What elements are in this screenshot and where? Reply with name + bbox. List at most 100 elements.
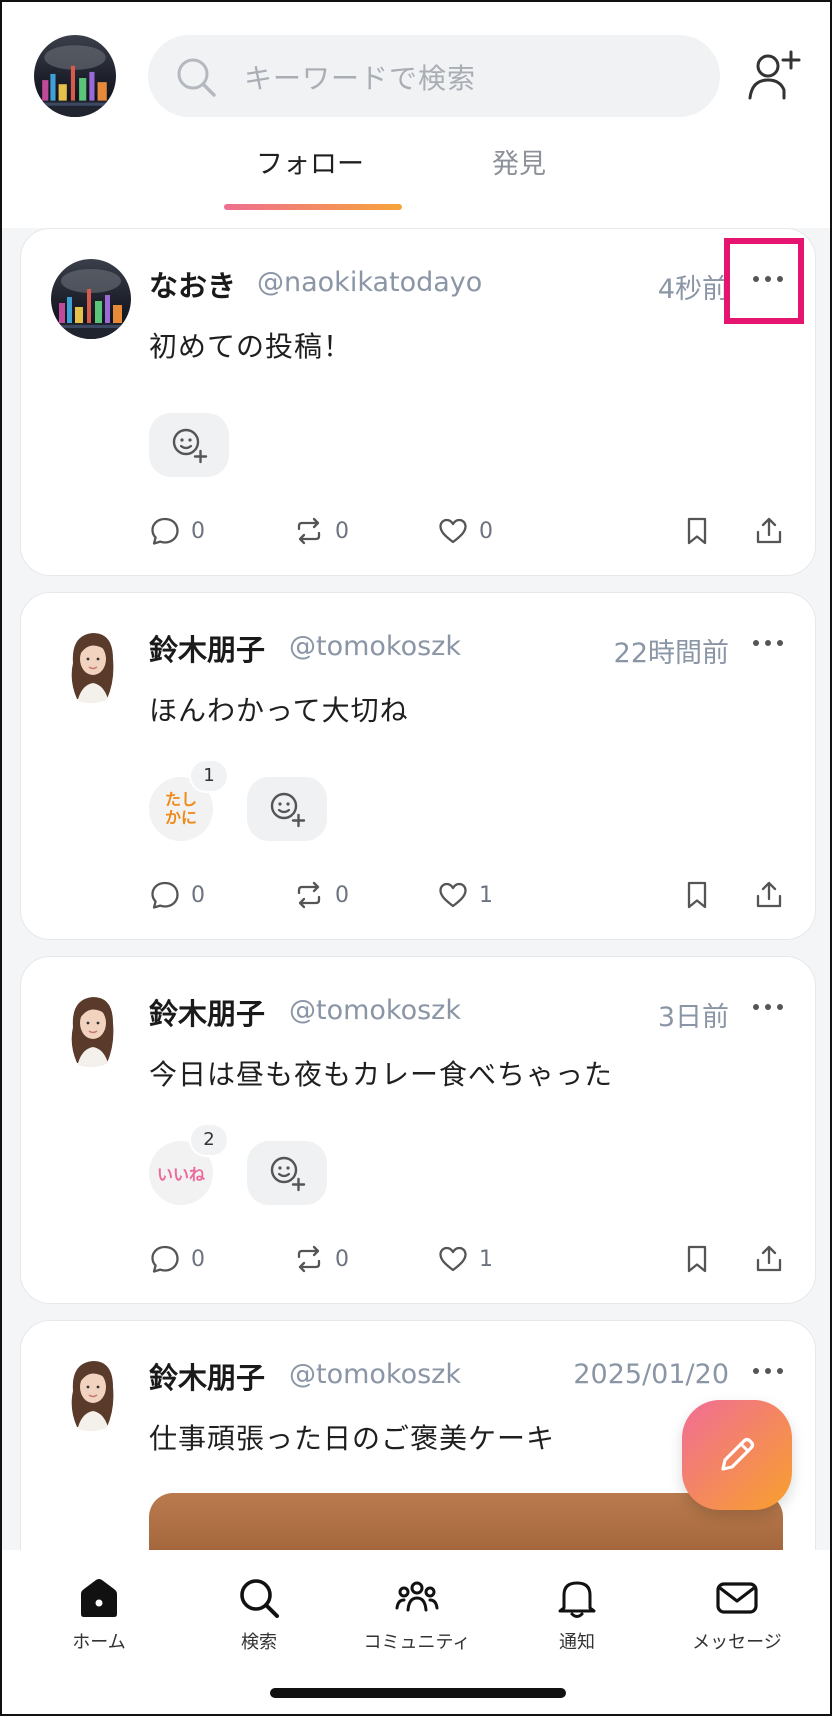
- comment-count: 0: [191, 1246, 205, 1272]
- like-count: 1: [479, 882, 493, 908]
- author-name[interactable]: 鈴木朋子: [149, 991, 265, 1033]
- share-icon[interactable]: [753, 1243, 785, 1275]
- nav-home-label: ホーム: [72, 1632, 126, 1653]
- post-card[interactable]: 鈴木朋子 @tomokoszk 22時間前 ほんわかって大切ね たし かに 1 …: [20, 592, 816, 940]
- app-screen: キーワードで検索 フォロー 発見 なおき @naokikatodayo 4秒前 …: [0, 0, 832, 1716]
- nav-community[interactable]: コミュニティ: [342, 1576, 492, 1654]
- heart-icon: [437, 879, 469, 911]
- avatar[interactable]: [51, 987, 131, 1067]
- post-content: 仕事頑張った日のご褒美ケーキ: [149, 1422, 556, 1455]
- repost-icon: [293, 515, 325, 547]
- nav-messages[interactable]: メッセージ: [662, 1576, 812, 1654]
- like-count: 1: [479, 1246, 493, 1272]
- share-icon[interactable]: [753, 515, 785, 547]
- stamp-text-line1: たし: [165, 790, 197, 809]
- add-reaction-button[interactable]: [247, 777, 327, 841]
- more-options-icon[interactable]: [751, 1361, 785, 1381]
- comment-icon: [149, 879, 181, 911]
- avatar[interactable]: [51, 1351, 131, 1431]
- app-header: キーワードで検索 フォロー 発見: [2, 2, 830, 228]
- post-time: 3日前: [657, 1002, 729, 1033]
- add-reaction-icon: [267, 789, 307, 829]
- tab-discover[interactable]: 発見: [492, 142, 546, 181]
- active-tab-indicator: [224, 204, 402, 210]
- bookmark-icon[interactable]: [681, 515, 713, 547]
- post-content: 今日は昼も夜もカレー食べちゃった: [149, 1058, 614, 1091]
- post-actions: 0 0 1: [149, 1239, 799, 1279]
- nav-messages-label: メッセージ: [692, 1632, 782, 1653]
- nav-community-label: コミュニティ: [363, 1632, 471, 1653]
- pencil-icon: [721, 1437, 755, 1471]
- add-reaction-button[interactable]: [247, 1141, 327, 1205]
- comment-button[interactable]: 0: [149, 875, 205, 915]
- add-reaction-icon: [169, 425, 209, 465]
- post-actions: 0 0 1: [149, 875, 799, 915]
- nav-search-label: 検索: [241, 1632, 277, 1653]
- comment-count: 0: [191, 518, 205, 544]
- like-count: 0: [479, 518, 493, 544]
- repost-count: 0: [335, 882, 349, 908]
- share-icon[interactable]: [753, 879, 785, 911]
- comment-icon: [149, 515, 181, 547]
- search-icon: [240, 1579, 279, 1618]
- post-time: 2025/01/20: [573, 1359, 729, 1390]
- search-placeholder[interactable]: キーワードで検索: [244, 57, 476, 97]
- post-time: 4秒前: [657, 274, 729, 305]
- avatar[interactable]: [51, 623, 131, 703]
- nav-home[interactable]: ホーム: [24, 1576, 174, 1654]
- post-time: 22時間前: [613, 638, 729, 669]
- compose-button[interactable]: [682, 1400, 792, 1510]
- highlight-box: [724, 238, 804, 324]
- mail-icon: [716, 1582, 758, 1614]
- repost-icon: [293, 879, 325, 911]
- repost-button[interactable]: 0: [293, 875, 349, 915]
- nav-search[interactable]: 検索: [184, 1576, 334, 1654]
- repost-button[interactable]: 0: [293, 511, 349, 551]
- add-user-icon[interactable]: [746, 48, 802, 104]
- home-icon: [81, 1579, 117, 1617]
- reaction-count: 2: [189, 1123, 229, 1157]
- bookmark-icon[interactable]: [681, 1243, 713, 1275]
- like-button[interactable]: 1: [437, 1239, 493, 1279]
- comment-button[interactable]: 0: [149, 1239, 205, 1279]
- author-name[interactable]: 鈴木朋子: [149, 1355, 265, 1397]
- feed-tabs: フォロー 発見: [2, 142, 830, 212]
- avatar[interactable]: [51, 259, 131, 339]
- comment-button[interactable]: 0: [149, 511, 205, 551]
- add-reaction-button[interactable]: [149, 413, 229, 477]
- nav-notifications[interactable]: 通知: [502, 1576, 652, 1654]
- like-button[interactable]: 0: [437, 511, 493, 551]
- more-options-icon[interactable]: [751, 997, 785, 1017]
- tab-follow[interactable]: フォロー: [256, 142, 364, 181]
- comment-icon: [149, 1243, 181, 1275]
- post-content: ほんわかって大切ね: [149, 694, 409, 727]
- heart-icon: [437, 1243, 469, 1275]
- post-actions: 0 0 0: [149, 511, 799, 551]
- reaction-count: 1: [189, 759, 229, 793]
- search-icon: [177, 58, 216, 97]
- search-bar[interactable]: キーワードで検索: [148, 35, 720, 117]
- add-reaction-icon: [267, 1153, 307, 1193]
- author-handle: @tomokoszk: [289, 631, 461, 662]
- heart-icon: [437, 515, 469, 547]
- bookmark-icon[interactable]: [681, 879, 713, 911]
- home-indicator: [270, 1688, 566, 1698]
- author-handle: @tomokoszk: [289, 1359, 461, 1390]
- post-content: 初めての投稿！: [149, 330, 353, 363]
- post-card[interactable]: なおき @naokikatodayo 4秒前 初めての投稿！ 0 0 0: [20, 228, 816, 576]
- comment-count: 0: [191, 882, 205, 908]
- more-options-icon[interactable]: [751, 633, 785, 653]
- repost-count: 0: [335, 1246, 349, 1272]
- repost-count: 0: [335, 518, 349, 544]
- author-name[interactable]: 鈴木朋子: [149, 627, 265, 669]
- repost-icon: [293, 1243, 325, 1275]
- like-button[interactable]: 1: [437, 875, 493, 915]
- bell-icon: [558, 1581, 596, 1618]
- repost-button[interactable]: 0: [293, 1239, 349, 1279]
- community-icon: [395, 1581, 439, 1612]
- author-name[interactable]: なおき: [149, 263, 236, 305]
- post-card[interactable]: 鈴木朋子 @tomokoszk 3日前 今日は昼も夜もカレー食べちゃった いいね…: [20, 956, 816, 1304]
- author-handle: @tomokoszk: [289, 995, 461, 1026]
- my-avatar[interactable]: [34, 35, 116, 117]
- stamp-text-line2: かに: [165, 808, 197, 827]
